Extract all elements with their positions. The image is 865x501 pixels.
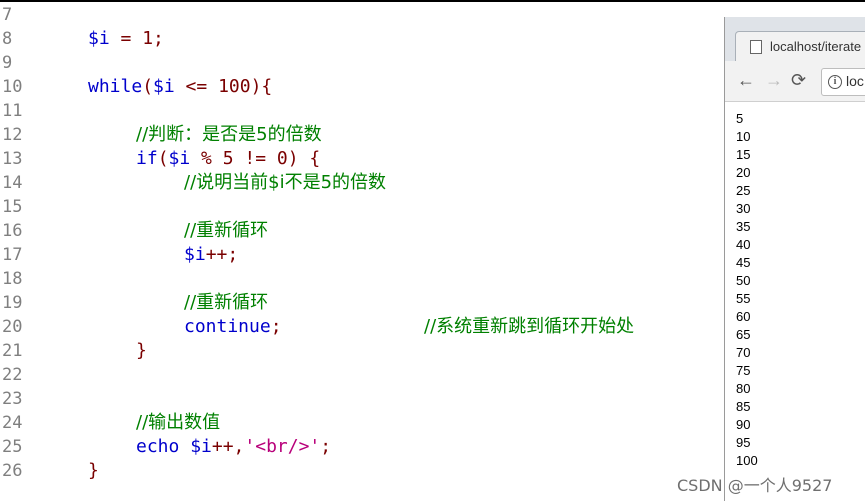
output-line: 5: [736, 111, 744, 126]
output-line: 30: [736, 201, 751, 216]
string-token: '<br/>': [244, 436, 321, 457]
line-number: 24: [2, 413, 23, 433]
line-number: 22: [2, 365, 23, 385]
line-number: 20: [2, 317, 23, 337]
back-arrow-icon[interactable]: ←: [737, 69, 755, 91]
line-number: 13: [2, 149, 23, 169]
code-token: <= 100){: [174, 76, 273, 97]
browser-tab[interactable]: localhost/iterate: [735, 31, 865, 62]
comment-token: //输出数值: [136, 412, 221, 433]
line-number: 12: [2, 125, 23, 145]
address-text: loc: [846, 73, 864, 89]
tab-title: localhost/iterate: [770, 39, 862, 54]
output-line: 90: [736, 417, 751, 432]
keyword-token: while: [88, 76, 143, 97]
output-line: 35: [736, 219, 751, 234]
output-line: 25: [736, 183, 751, 198]
output-line: 45: [736, 255, 751, 270]
code-text: $i++;: [184, 243, 238, 267]
variable-token: $i: [153, 76, 175, 97]
watermark: CSDN @一个人9527: [677, 476, 833, 495]
line-number: 14: [2, 173, 23, 193]
code-text: $i = 1;: [88, 27, 164, 51]
forward-arrow-icon[interactable]: →: [765, 69, 783, 91]
keyword-token: echo: [136, 436, 180, 457]
page-output: 5 10 15 20 25 30 35 40 45 50 55 60 65 70…: [736, 110, 758, 470]
output-line: 50: [736, 273, 751, 288]
closing-brace: }: [88, 460, 99, 481]
keyword-token: if: [136, 148, 158, 169]
line-number: 18: [2, 269, 23, 289]
code-token: (: [157, 148, 169, 169]
code-token: ;: [270, 316, 282, 337]
line-number: 10: [2, 77, 23, 97]
code-token: (: [142, 76, 154, 97]
page-icon: [750, 40, 762, 54]
comment-token: //系统重新跳到循环开始处: [424, 316, 635, 337]
line-number: 8: [2, 29, 13, 49]
output-line: 65: [736, 327, 751, 342]
output-line: 80: [736, 381, 751, 396]
info-icon[interactable]: i: [828, 75, 842, 89]
code-text: echo $i++,'<br/>';: [136, 435, 331, 459]
comment-token: //重新循环: [184, 292, 269, 313]
line-number: 23: [2, 389, 23, 409]
code-editor[interactable]: 7 8 $i = 1; 9 10 while($i <= 100){ 11 12//…: [0, 3, 725, 501]
code-text: while($i <= 100){: [88, 75, 272, 99]
line-number: 21: [2, 341, 23, 361]
keyword-token: continue: [184, 316, 271, 337]
variable-token: $i: [179, 436, 212, 457]
output-line: 10: [736, 129, 751, 144]
browser-window: localhost/iterate ← → ⟳ i loc 5 10 15 20…: [724, 17, 865, 501]
output-line: 20: [736, 165, 751, 180]
closing-brace: }: [136, 340, 147, 361]
code-text: if($i % 5 != 0) {: [136, 147, 320, 171]
code-token: ;: [320, 436, 332, 457]
variable-token: $i: [184, 244, 206, 265]
comment-token: //重新循环: [184, 220, 269, 241]
line-number: 11: [2, 101, 23, 121]
code-token: = 1;: [109, 28, 164, 49]
output-line: 85: [736, 399, 751, 414]
output-line: 75: [736, 363, 751, 378]
line-number: 17: [2, 245, 23, 265]
comment-token: //判断：是否是5的倍数: [136, 124, 322, 145]
output-line: 40: [736, 237, 751, 252]
address-bar[interactable]: i loc: [821, 68, 865, 96]
line-number: 9: [2, 53, 13, 73]
code-token: ++,: [211, 436, 245, 457]
variable-token: $i: [88, 28, 110, 49]
line-number: 19: [2, 293, 23, 313]
top-border: [0, 0, 865, 2]
variable-token: $i: [168, 148, 191, 169]
line-number: 15: [2, 197, 23, 217]
output-line: 70: [736, 345, 751, 360]
output-line: 55: [736, 291, 751, 306]
output-line: 60: [736, 309, 751, 324]
comment-token: //说明当前$i不是5的倍数: [184, 172, 387, 193]
line-number: 26: [2, 461, 23, 481]
reload-icon[interactable]: ⟳: [791, 69, 806, 91]
output-line: 95: [736, 435, 751, 450]
output-line: 100: [736, 453, 758, 468]
browser-toolbar: ← → ⟳ i loc: [725, 61, 865, 102]
line-number: 7: [2, 5, 13, 25]
code-token: ++;: [205, 244, 239, 265]
output-line: 15: [736, 147, 751, 162]
line-number: 16: [2, 221, 23, 241]
tab-strip: localhost/iterate: [725, 17, 865, 62]
line-number: 25: [2, 437, 23, 457]
code-text: continue;: [184, 315, 282, 339]
code-token: % 5 != 0) {: [190, 148, 321, 169]
